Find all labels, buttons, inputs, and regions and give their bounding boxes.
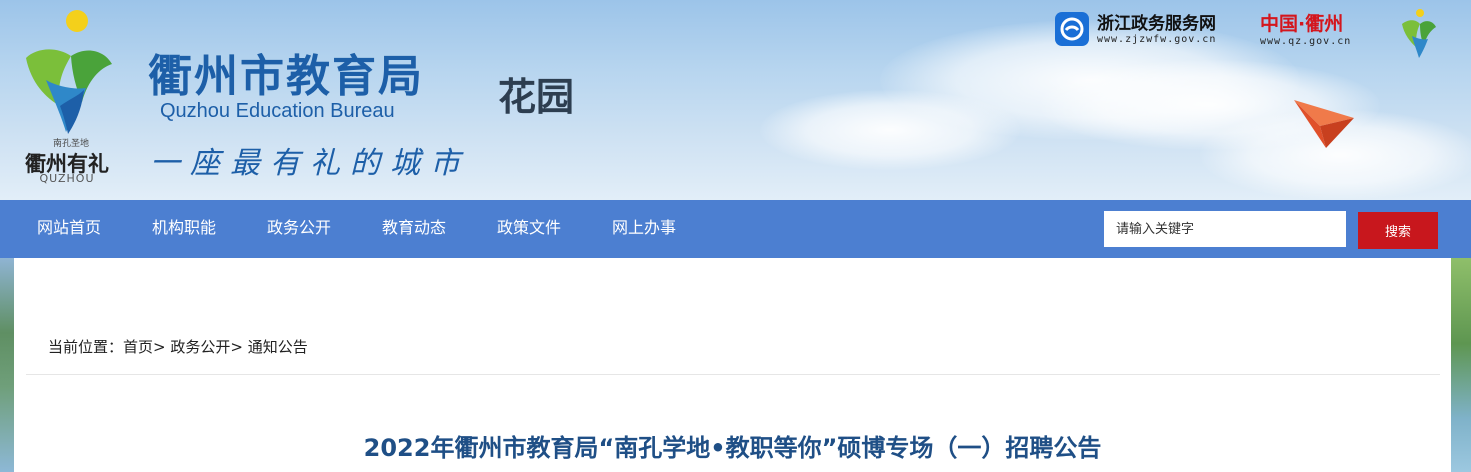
paper-plane-icon [1294, 100, 1354, 148]
section-name: 花园 [498, 74, 575, 119]
city-logo[interactable]: 南孔圣地 衢州有礼 QUZHOU [12, 6, 122, 186]
qz-gov-url: www.qz.gov.cn [1260, 36, 1352, 47]
background-scenery-right [1451, 258, 1471, 472]
search-button[interactable]: 搜索 [1358, 212, 1438, 249]
breadcrumb-divider [26, 374, 1440, 375]
breadcrumb-item-gov-affairs[interactable]: 政务公开 [170, 338, 230, 356]
nav-item-home[interactable]: 网站首页 [37, 200, 101, 258]
mini-city-logo-icon[interactable] [1398, 8, 1438, 58]
zjzwfw-title: 浙江政务服务网 [1097, 13, 1216, 34]
search-input[interactable] [1104, 211, 1346, 247]
article-title: 2022年衢州市教育局“南孔学地•教职等你”硕博专场（一）招聘公告 [363, 434, 1102, 462]
hands-emblem-icon [26, 49, 112, 134]
breadcrumb-item-notices[interactable]: 通知公告 [248, 338, 308, 356]
zjzwfw-link[interactable]: 浙江政务服务网 www.zjzwfw.gov.cn [1055, 10, 1216, 48]
cloud-decoration [760, 90, 1020, 170]
breadcrumb-prefix: 当前位置： [48, 338, 124, 356]
qz-gov-link[interactable]: 中国·衢州 www.qz.gov.cn [1260, 12, 1351, 47]
logo-pinyin: QUZHOU [39, 172, 95, 185]
background-scenery-left [0, 258, 14, 472]
breadcrumb-separator: > [230, 338, 248, 356]
zjzwfw-logo-icon [1055, 12, 1089, 46]
qz-gov-title: 中国·衢州 [1260, 13, 1344, 35]
nav-item-edu-news[interactable]: 教育动态 [382, 200, 446, 258]
breadcrumb: 当前位置：首页> 政务公开> 通知公告 [48, 336, 308, 357]
bureau-name-cn[interactable]: 衢州市教育局 [148, 40, 424, 104]
nav-item-policy-docs[interactable]: 政策文件 [497, 200, 561, 258]
breadcrumb-item-home[interactable]: 首页 [123, 338, 153, 356]
header-banner: 南孔圣地 衢州有礼 QUZHOU 衢州市教育局 Quzhou Education… [0, 0, 1471, 200]
breadcrumb-separator: > [153, 338, 171, 356]
nav-item-gov-affairs[interactable]: 政务公开 [267, 200, 331, 258]
city-slogan: 一座最有礼的城市 [150, 146, 470, 181]
content-panel: 当前位置：首页> 政务公开> 通知公告 2022年衢州市教育局“南孔学地•教职等… [14, 258, 1451, 472]
bureau-name-en: Quzhou Education Bureau [160, 100, 395, 122]
nav-item-online-service[interactable]: 网上办事 [612, 200, 676, 258]
nav-item-functions[interactable]: 机构职能 [152, 200, 216, 258]
zjzwfw-url: www.zjzwfw.gov.cn [1097, 33, 1217, 45]
